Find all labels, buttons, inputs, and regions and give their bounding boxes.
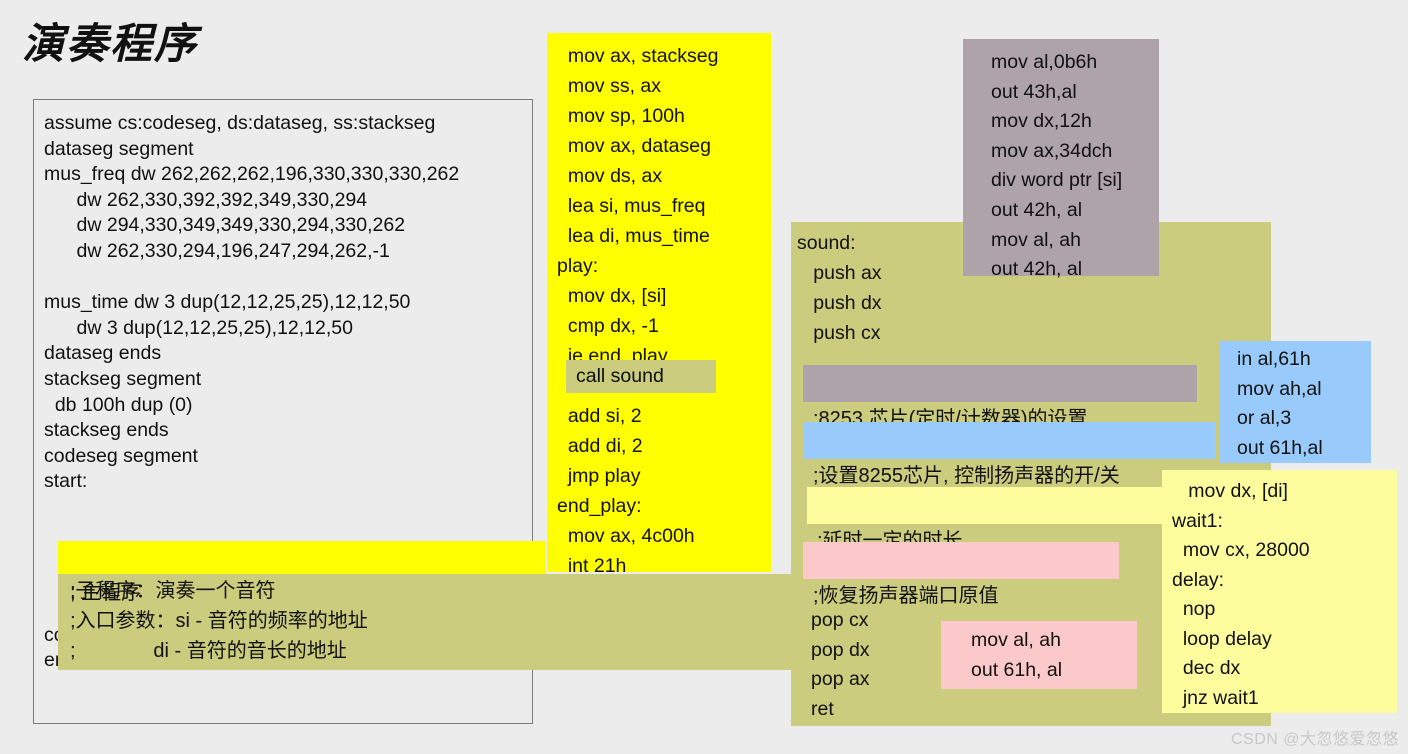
code-line: mov dx,12h [991, 110, 1092, 133]
code-line: start: [44, 470, 88, 493]
code-line: mov sp, 100h [557, 105, 685, 127]
code-line: push dx [797, 292, 882, 314]
code-line: delay: [1172, 568, 1225, 591]
code-line: jnz wait1 [1172, 686, 1259, 709]
code-line: dw 262,330,392,392,349,330,294 [44, 188, 368, 211]
code-line: mov ax, stackseg [557, 45, 719, 67]
delay-code-panel: mov dx, [di] wait1: mov cx, 28000 delay: n… [1162, 470, 1397, 713]
code-line: dataseg ends [44, 342, 162, 365]
code-line: codeseg segment [44, 444, 198, 467]
code-line: mus_freq dw 262,262,262,196,330,330,330,… [44, 163, 460, 186]
code-line: mov dx, [si] [557, 285, 667, 307]
code-line: play: [557, 255, 599, 277]
code-line: mov al, ah [971, 629, 1061, 651]
code-line: ; di - 音符的音长的地址 [70, 640, 347, 662]
code-line: pop ax [811, 668, 870, 690]
code-line: mus_time dw 3 dup(12,12,25,25),12,12,50 [44, 291, 411, 314]
code-line: or al,3 [1237, 407, 1292, 429]
page-title: 演奏程序 [22, 22, 199, 68]
code-line: add di, 2 [557, 435, 643, 457]
code-line: ret [811, 697, 834, 720]
code-line: stackseg segment [44, 367, 202, 390]
code-line: out 43h,al [991, 80, 1077, 103]
code-line: assume cs:codeseg, ds:dataseg, ss:stacks… [44, 112, 436, 134]
code-line: cmp dx, -1 [557, 315, 659, 337]
code-line: mov ds, ax [557, 165, 663, 187]
code-line: add si, 2 [557, 405, 642, 427]
code-line: mov ax,34dch [991, 139, 1113, 162]
code-line: dw 262,330,294,196,247,294,262,-1 [44, 239, 390, 262]
call-sound-highlight: call sound [566, 360, 716, 393]
code-line: out 42h, al [991, 198, 1083, 221]
call-sound-text: call sound [576, 365, 664, 387]
code-line: pop dx [811, 638, 870, 661]
main-program-comment-bar: ; 主程序 [58, 541, 546, 604]
comment-8253-bar: ;8253 芯片(定时/计数器)的设置 [803, 365, 1197, 430]
code-line: mov cx, 28000 [1172, 539, 1310, 561]
code-line: db 100h dup (0) [44, 393, 193, 416]
comment-restore-bar: ;恢复扬声器端口原值 [803, 542, 1119, 607]
code-line: dw 294,330,349,349,330,294,330,262 [44, 214, 406, 237]
code-line: pop cx [811, 609, 869, 631]
code-line: push cx [797, 322, 881, 344]
code-line: lea di, mus_time [557, 225, 710, 247]
code-line: div word ptr [si] [991, 169, 1123, 192]
code-line: mov dx, [di] [1172, 480, 1288, 502]
pop-restore-lines: pop cx pop dx pop ax ret [811, 606, 870, 724]
sound-procedure-header-lines: sound: push ax push dx push cx [797, 228, 882, 348]
code-line: jmp play [557, 465, 641, 487]
code-line: dw 3 dup(12,12,25,25),12,12,50 [44, 316, 353, 339]
comment-8255-bar: ;设置8255芯片, 控制扬声器的开/关 [803, 422, 1215, 487]
play-loop-code-panel: mov ax, stackseg mov ss, ax mov sp, 100h… [547, 33, 771, 577]
code-line: push ax [797, 262, 882, 284]
code-line: mov ax, 4c00h [557, 525, 695, 547]
comment-delay-bar: ;延时一定的时长 [807, 487, 1181, 552]
code-line: nop [1172, 598, 1216, 620]
code-line: mov al,0b6h [991, 51, 1098, 73]
code-line: mov ax, dataseg [557, 135, 711, 157]
watermark: CSDN @大忽悠爱忽悠 [1230, 731, 1399, 748]
speaker-on-code-panel: in al,61h mov ah,al or al,3 out 61h,al [1220, 341, 1371, 463]
code-line: sound: [797, 232, 856, 254]
code-line: wait1: [1172, 509, 1223, 532]
code-line: stackseg ends [44, 419, 169, 442]
code-line: int 21h [557, 555, 627, 577]
code-line: mov al, ah [991, 228, 1081, 251]
code-line: out 61h,al [1237, 436, 1323, 459]
code-line: mov ah,al [1237, 377, 1322, 400]
code-line: end_play: [557, 495, 642, 517]
main-program-comment-text: ; 主程序 [70, 582, 142, 604]
code-line: out 61h, al [971, 658, 1063, 681]
restore-code-panel: mov al, ah out 61h, al [941, 621, 1137, 689]
code-line: in al,61h [1237, 348, 1311, 370]
code-line: out 42h, al [991, 258, 1083, 281]
code-line: mov ss, ax [557, 75, 662, 97]
timer-chip-code-panel: mov al,0b6h out 43h,al mov dx,12h mov ax,34… [963, 39, 1159, 280]
code-line: lea si, mus_freq [557, 195, 706, 217]
code-line: dec dx [1172, 657, 1241, 679]
code-line: loop delay [1172, 627, 1272, 650]
code-line: dataseg segment [44, 137, 194, 160]
